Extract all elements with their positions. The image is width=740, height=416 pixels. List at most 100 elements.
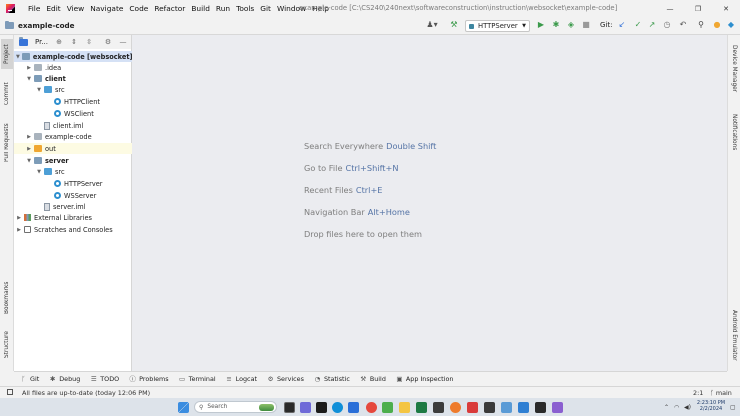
- tool-tab-statistic[interactable]: ◔ Statistic: [314, 375, 350, 383]
- tool-tab-todo[interactable]: ☰ TODO: [90, 375, 119, 383]
- tree-node-wsserver[interactable]: WSServer: [14, 190, 132, 201]
- file-explorer-icon[interactable]: [399, 402, 410, 413]
- notification-center-icon[interactable]: ▢: [730, 404, 736, 411]
- windows-start-icon[interactable]: [178, 402, 189, 413]
- collapse-all-icon[interactable]: ⇳: [84, 37, 94, 47]
- menu-file[interactable]: File: [25, 4, 43, 13]
- run-configuration-select[interactable]: HTTPServer ▼: [465, 20, 530, 32]
- chevron-right-icon[interactable]: ▶: [26, 65, 32, 71]
- chevron-right-icon[interactable]: ▶: [16, 215, 22, 221]
- tool-tab-debug[interactable]: ✱ Debug: [49, 375, 80, 383]
- tree-node-out[interactable]: ▶ out: [14, 143, 132, 154]
- hint-shortcut[interactable]: Alt+Home: [368, 207, 410, 217]
- structure-tool-tab[interactable]: Structure: [1, 328, 13, 362]
- tree-node-example-code[interactable]: ▶ example-code: [14, 131, 132, 142]
- search-icon[interactable]: ⚲: [696, 20, 706, 30]
- history-icon[interactable]: ◷: [662, 20, 672, 30]
- taskbar-clock[interactable]: 2:23:10 PM 2/2/2024: [696, 400, 726, 412]
- task-view-icon[interactable]: [284, 402, 295, 413]
- tool-tab-terminal[interactable]: ▭ Terminal: [179, 375, 216, 383]
- tree-node-client[interactable]: ▼ client: [14, 73, 132, 84]
- debug-icon[interactable]: ✱: [551, 20, 561, 30]
- tree-node-server[interactable]: ▼ server: [14, 155, 132, 166]
- gear-icon[interactable]: ⚙: [103, 37, 113, 47]
- bookmarks-tool-tab[interactable]: Bookmarks: [1, 278, 13, 318]
- tree-node-external-libraries[interactable]: ▶ External Libraries: [14, 212, 132, 223]
- project-breadcrumb[interactable]: example-code: [5, 20, 75, 30]
- git-update-icon[interactable]: ↙: [617, 20, 627, 30]
- git-commit-icon[interactable]: ✓: [633, 20, 643, 30]
- menu-git[interactable]: Git: [257, 4, 274, 13]
- vscode-icon[interactable]: [518, 402, 529, 413]
- user-icon[interactable]: ♟▾: [424, 20, 440, 30]
- outlook-icon[interactable]: [348, 402, 359, 413]
- edge-icon[interactable]: [332, 402, 343, 413]
- speaker-icon[interactable]: ◀): [684, 404, 691, 411]
- teams-icon[interactable]: [300, 402, 311, 413]
- tree-node-httpclient[interactable]: HTTPClient: [14, 96, 132, 107]
- hint-shortcut[interactable]: Double Shift: [386, 141, 436, 151]
- maximize-button[interactable]: ❐: [684, 0, 712, 17]
- tool-tab-logcat[interactable]: ≡ Logcat: [226, 375, 257, 383]
- chevron-down-icon[interactable]: ▼: [36, 169, 42, 175]
- tree-node-wsclient[interactable]: WSClient: [14, 108, 132, 119]
- editor-area[interactable]: Search Everywhere Double Shift Go to File…: [132, 35, 727, 371]
- firefox-icon[interactable]: [450, 402, 461, 413]
- app-gray-icon[interactable]: [484, 402, 495, 413]
- chrome-icon[interactable]: [366, 402, 377, 413]
- run-icon[interactable]: ▶: [536, 20, 546, 30]
- tree-node-scratches[interactable]: ▶ Scratches and Consoles: [14, 224, 132, 235]
- status-message[interactable]: All files are up-to-date (today 12:06 PM…: [22, 389, 150, 397]
- expand-all-icon[interactable]: ⇕: [69, 37, 79, 47]
- visual-studio-icon[interactable]: [552, 402, 563, 413]
- menu-refactor[interactable]: Refactor: [151, 4, 188, 13]
- menu-tools[interactable]: Tools: [233, 4, 257, 13]
- tray-chevron-icon[interactable]: ⌃: [664, 404, 669, 411]
- project-panel-title[interactable]: Pr...: [35, 38, 48, 46]
- chevron-right-icon[interactable]: ▶: [26, 134, 32, 140]
- hide-panel-icon[interactable]: —: [118, 37, 128, 47]
- tree-node-httpserver[interactable]: HTTPServer: [14, 178, 132, 189]
- tree-node-client-iml[interactable]: client.iml: [14, 120, 132, 131]
- chevron-down-icon[interactable]: ▼: [16, 54, 20, 60]
- minimize-button[interactable]: —: [656, 0, 684, 17]
- commit-tool-tab[interactable]: Commit: [1, 79, 13, 109]
- app-blue-icon[interactable]: [501, 402, 512, 413]
- project-tool-tab[interactable]: Project: [1, 39, 13, 69]
- menu-build[interactable]: Build: [188, 4, 213, 13]
- chevron-down-icon[interactable]: ▼: [26, 76, 32, 82]
- chevron-down-icon[interactable]: ▼: [26, 158, 32, 164]
- wifi-icon[interactable]: ◠: [674, 404, 679, 411]
- select-opened-file-icon[interactable]: ⊕: [54, 37, 64, 47]
- tree-node-client-src[interactable]: ▼ src: [14, 84, 132, 95]
- app-black-icon[interactable]: [535, 402, 546, 413]
- chevron-right-icon[interactable]: ▶: [26, 146, 32, 152]
- tool-tab-problems[interactable]: ⓘ Problems: [129, 375, 168, 383]
- chevron-down-icon[interactable]: ▼: [36, 87, 42, 93]
- chevron-right-icon[interactable]: ▶: [16, 227, 22, 233]
- caret-position[interactable]: 2:1: [693, 389, 703, 397]
- tool-tab-build[interactable]: ⚒ Build: [360, 375, 385, 383]
- taskbar-search-input[interactable]: ⚲ Search: [194, 401, 277, 413]
- stop-icon[interactable]: ■: [581, 20, 591, 30]
- git-push-icon[interactable]: ↗: [647, 20, 657, 30]
- menu-edit[interactable]: Edit: [43, 4, 63, 13]
- hint-shortcut[interactable]: Ctrl+E: [356, 185, 383, 195]
- notifications-tool-tab[interactable]: Notifications: [728, 109, 740, 155]
- app-dark-icon[interactable]: [433, 402, 444, 413]
- hammer-icon[interactable]: ⚒: [449, 20, 459, 30]
- android-emulator-tool-tab[interactable]: Android Emulator: [728, 305, 740, 365]
- pull-requests-tool-tab[interactable]: Pull Requests: [1, 119, 13, 167]
- tool-tab-git[interactable]: ᚴ Git: [20, 375, 40, 383]
- app-red-icon[interactable]: [467, 402, 478, 413]
- plugin-icon[interactable]: ◆: [726, 20, 736, 30]
- git-branch-widget[interactable]: ᚴ main: [710, 389, 732, 397]
- update-icon[interactable]: ●: [712, 20, 722, 30]
- rollback-icon[interactable]: ↶: [678, 20, 688, 30]
- menu-view[interactable]: View: [64, 4, 88, 13]
- tool-tab-app-inspection[interactable]: ▣ App Inspection: [396, 375, 453, 383]
- menu-code[interactable]: Code: [126, 4, 151, 13]
- app-green-icon[interactable]: [382, 402, 393, 413]
- menu-navigate[interactable]: Navigate: [87, 4, 126, 13]
- tree-node-idea[interactable]: ▶ .idea: [14, 62, 132, 73]
